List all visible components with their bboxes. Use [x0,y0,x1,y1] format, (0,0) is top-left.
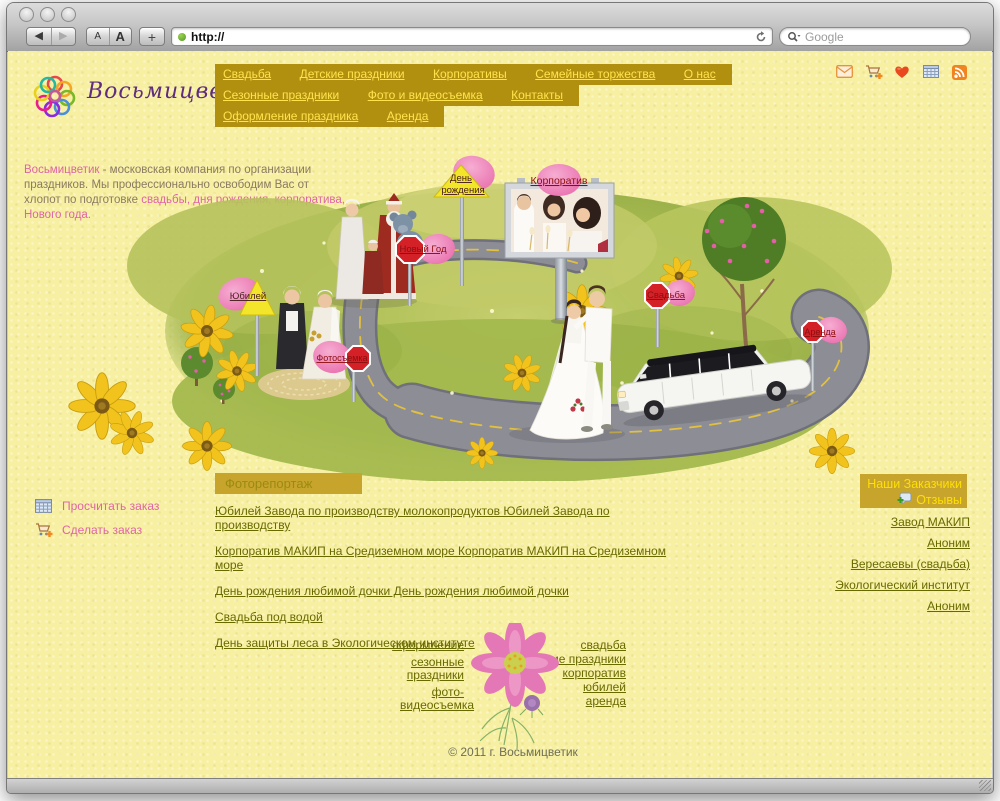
cosmos-flower-image [454,623,576,755]
make-order-link[interactable]: Сделать заказ [35,523,159,537]
photoreport-link-1[interactable]: Юбилей Завода по производству молокопрод… [215,504,685,532]
header-icons [836,65,969,80]
reviews-icon [897,492,912,507]
address-bar[interactable]: http:// [171,27,773,46]
close-button[interactable] [19,7,34,22]
customer-link-4[interactable]: Экологический институт [828,578,970,592]
rss-icon[interactable] [952,65,969,80]
customers-links: Завод МАКИП Аноним Вересаевы (свадьба) Э… [828,515,970,620]
cart-add-icon[interactable] [865,65,882,80]
forward-button[interactable]: ▶ [51,28,76,45]
svg-text:Аренда: Аренда [804,327,835,337]
browser-window: ◀ ▶ A A + http:// Google [6,2,994,794]
cart-add-icon [35,523,52,537]
status-bar [7,778,993,793]
nav-about[interactable]: О нас [684,67,716,81]
calculator-icon [35,499,52,513]
nav-row-1: Свадьба Детские праздники Корпоративы Се… [215,64,732,85]
email-icon[interactable] [836,65,853,80]
search-icon[interactable] [787,31,801,43]
svg-text:Свадьба: Свадьба [647,290,686,301]
font-smaller-button[interactable]: A [87,28,109,45]
resize-grip[interactable] [979,780,991,791]
svg-text:Юбилей: Юбилей [230,291,266,302]
customer-link-2[interactable]: Аноним [828,536,970,550]
customer-link-1[interactable]: Завод МАКИП [828,515,970,529]
order-actions: Просчитать заказ Сделать заказ [35,499,159,547]
heart-icon[interactable] [894,65,911,80]
svg-text:рождения: рождения [441,185,484,196]
nav-row-2: Сезонные праздники Фото и видеосъемка Ко… [215,85,579,106]
svg-text:Фотосъемка: Фотосъемка [316,353,367,363]
customer-link-5[interactable]: Аноним [828,599,970,613]
main-navigation: Свадьба Детские праздники Корпоративы Се… [215,64,732,127]
photoreport-link-4[interactable]: Свадьба под водой [215,610,685,624]
photoreport-heading: Фоторепортаж [215,473,362,494]
nav-row-3: Оформление праздника Аренда [215,106,444,127]
screen: ◀ ▶ A A + http:// Google [0,0,1000,801]
customer-link-3[interactable]: Вересаевы (свадьба) [828,557,970,571]
nav-wedding[interactable]: Свадьба [223,67,271,81]
back-button[interactable]: ◀ [27,28,51,45]
nav-contacts[interactable]: Контакты [511,88,563,102]
minimize-button[interactable] [40,7,55,22]
logo-icon[interactable] [30,71,80,121]
customers-title: Наши Заказчики [860,477,962,491]
browser-chrome: ◀ ▶ A A + http:// Google [7,3,993,52]
nav-decoration[interactable]: Оформление праздника [223,109,358,123]
url-text: http:// [191,30,224,44]
font-larger-button[interactable]: A [109,28,132,45]
footer-links-left: оформление сезонные праздники фото-видео… [342,639,464,716]
window-controls [19,7,76,22]
reviews-link[interactable]: Отзывы [916,493,962,507]
search-field[interactable]: Google [779,27,971,46]
photoreport-link-2[interactable]: Корпоратив МАКИП на Средиземном море Кор… [215,544,685,572]
reload-icon[interactable] [755,31,767,43]
site-icon [178,33,186,41]
calculate-order-link[interactable]: Просчитать заказ [35,499,159,513]
nav-seasonal[interactable]: Сезонные праздники [223,88,339,102]
zoom-button[interactable] [61,7,76,22]
billboard-photo [511,189,608,252]
svg-text:День: День [450,173,472,184]
new-tab-button[interactable]: + [139,27,165,46]
calculator-icon[interactable] [923,65,940,80]
nav-family[interactable]: Семейные торжества [535,67,655,81]
copyright-text: © 2011 г. Восьмицветик [408,745,618,759]
photoreport-link-3[interactable]: День рождения любимой дочки День рождени… [215,584,685,598]
font-size-buttons: A A [86,27,132,46]
svg-text:Новый Год: Новый Год [399,244,447,255]
customers-box: Наши Заказчики Отзывы [860,474,967,508]
nav-corporate[interactable]: Корпоративы [433,67,507,81]
nav-photo-video[interactable]: Фото и видеосъемка [368,88,483,102]
corporate-sign-label[interactable]: Корпоратив [530,175,587,187]
footer-link-decoration[interactable]: оформление [384,639,464,652]
search-placeholder: Google [805,30,844,44]
road-map-illustration: Корпоратив [62,151,892,481]
nav-kids-parties[interactable]: Детские праздники [300,67,405,81]
history-buttons: ◀ ▶ [26,27,76,46]
nav-rent[interactable]: Аренда [387,109,429,123]
page-content: Восьмицветик Свадьба Детские праздники К… [8,51,992,778]
